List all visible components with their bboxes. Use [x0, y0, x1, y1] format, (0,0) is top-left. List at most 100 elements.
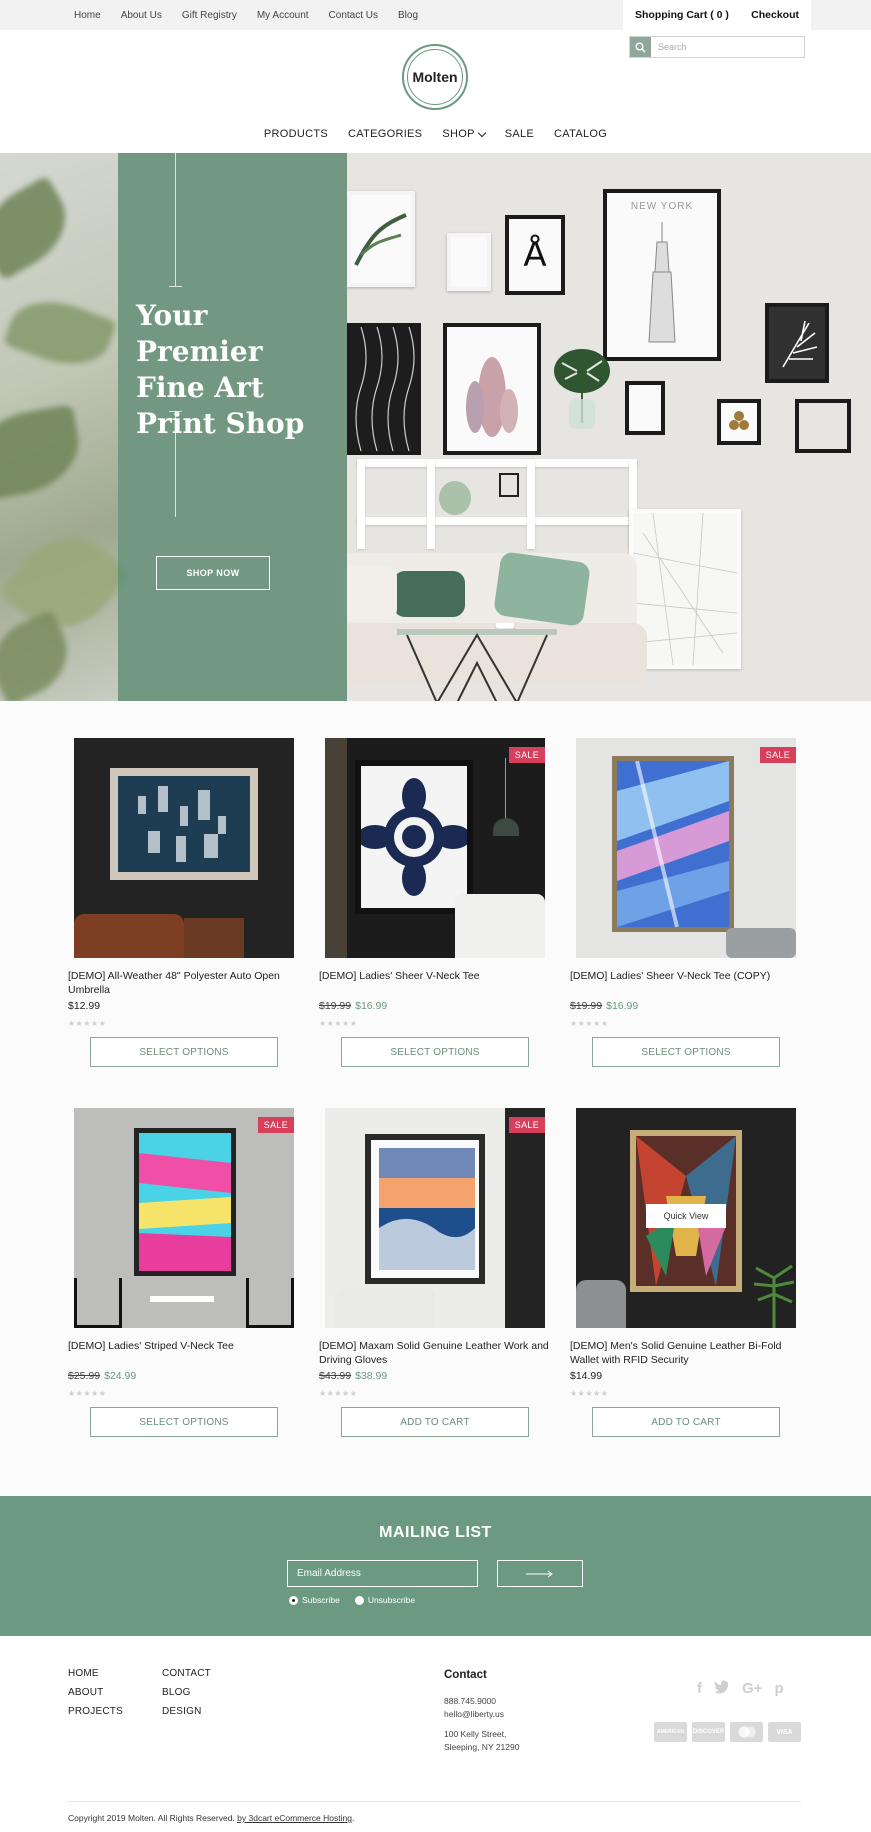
select-options-button[interactable]: SELECT OPTIONS: [90, 1407, 278, 1437]
google-plus-icon[interactable]: G+: [742, 1680, 762, 1698]
subscription-options: Subscribe Unsubscribe: [289, 1595, 430, 1605]
footer-column-2: CONTACT BLOG DESIGN: [162, 1668, 211, 1725]
wall-print: [717, 399, 761, 445]
rating-stars: ★★★★★: [68, 1019, 107, 1028]
footer-link-contact[interactable]: CONTACT: [162, 1668, 211, 1687]
leaf-shape: [0, 175, 82, 281]
vase: [439, 481, 471, 515]
product-name[interactable]: [DEMO] Maxam Solid Genuine Leather Work …: [319, 1339, 551, 1367]
footer-link-home[interactable]: HOME: [68, 1668, 123, 1687]
search-box: [629, 36, 805, 58]
search-icon[interactable]: [630, 37, 651, 57]
footer-link-about[interactable]: ABOUT: [68, 1687, 123, 1706]
nav-shop[interactable]: SHOP: [442, 128, 486, 140]
product-image[interactable]: [74, 738, 294, 958]
checkout-link[interactable]: Checkout: [751, 9, 799, 21]
logo[interactable]: Molten: [402, 44, 468, 110]
footer-link-projects[interactable]: PROJECTS: [68, 1706, 123, 1725]
sale-badge: SALE: [508, 747, 545, 763]
wall-print: [625, 381, 665, 435]
copyright: Copyright 2019 Molten. All Rights Reserv…: [68, 1813, 354, 1823]
hero-heading: Your Premier Fine Art Print Shop: [136, 299, 305, 440]
price-current: $14.99: [570, 1370, 603, 1382]
top-link-contact-us[interactable]: Contact Us: [329, 10, 378, 21]
subscribe-submit-button[interactable]: [497, 1560, 583, 1587]
visa-icon: VISA: [768, 1722, 801, 1742]
main-nav: PRODUCTS CATEGORIES SHOP SALE CATALOG: [0, 124, 871, 144]
white-chair: [335, 1288, 435, 1328]
product-name[interactable]: [DEMO] Ladies' Sheer V-Neck Tee: [319, 969, 551, 983]
contact-phone[interactable]: 888.745.9000: [444, 1695, 519, 1708]
table: [150, 1296, 214, 1302]
top-link-gift-registry[interactable]: Gift Registry: [182, 10, 237, 21]
price-current: $24.99: [104, 1370, 137, 1382]
nav-sale[interactable]: SALE: [505, 128, 534, 140]
wall-print-new-york: NEW YORK: [603, 189, 721, 361]
nav-categories[interactable]: CATEGORIES: [348, 128, 422, 140]
product-image[interactable]: [74, 1108, 294, 1328]
bookshelf: [505, 1108, 545, 1328]
arrow-right-icon: [526, 1570, 553, 1577]
artwork: [365, 1134, 485, 1284]
top-link-blog[interactable]: Blog: [398, 10, 418, 21]
product-grid: [DEMO] All-Weather 48" Polyester Auto Op…: [0, 701, 871, 1496]
wall-print: Å: [505, 215, 565, 295]
white-chair: [455, 894, 545, 958]
price-current: $16.99: [355, 1000, 388, 1012]
search-input[interactable]: [651, 37, 804, 57]
price-current: $38.99: [355, 1370, 388, 1382]
price-old: $25.99: [68, 1370, 101, 1382]
product-name[interactable]: [DEMO] Ladies' Sheer V-Neck Tee (COPY): [570, 969, 802, 983]
product-image[interactable]: Quick View: [576, 1108, 796, 1328]
shopping-cart-link[interactable]: Shopping Cart ( 0 ): [635, 9, 729, 21]
logo-text: Molten: [412, 69, 458, 85]
nav-products[interactable]: PRODUCTS: [264, 128, 328, 140]
product-image[interactable]: [576, 738, 796, 958]
product-price: $14.99: [570, 1370, 602, 1382]
add-to-cart-button[interactable]: ADD TO CART: [341, 1407, 529, 1437]
select-options-button[interactable]: SELECT OPTIONS: [90, 1037, 278, 1067]
unsubscribe-radio[interactable]: [354, 1595, 364, 1605]
add-to-cart-button[interactable]: ADD TO CART: [592, 1407, 780, 1437]
shelf: [527, 459, 535, 549]
footer-link-blog[interactable]: BLOG: [162, 1687, 211, 1706]
top-link-home[interactable]: Home: [74, 10, 101, 21]
shelf: [357, 459, 365, 549]
pinterest-icon[interactable]: p: [774, 1680, 783, 1698]
facebook-icon[interactable]: f: [697, 1680, 702, 1698]
shelf: [427, 459, 435, 549]
hosting-link[interactable]: by 3dcart eCommerce Hosting: [237, 1813, 352, 1823]
select-options-button[interactable]: SELECT OPTIONS: [592, 1037, 780, 1067]
product-image[interactable]: [325, 738, 545, 958]
chevron-down-icon: [477, 128, 486, 137]
unsubscribe-label: Unsubscribe: [367, 1595, 416, 1605]
product-price: $19.99 $16.99: [319, 1000, 387, 1012]
black-chair: [74, 1278, 122, 1328]
top-link-about-us[interactable]: About Us: [121, 10, 162, 21]
product-name[interactable]: [DEMO] Men's Solid Genuine Leather Bi-Fo…: [570, 1339, 802, 1367]
lantern: [499, 473, 519, 497]
contact-email[interactable]: hello@liberty.us: [444, 1708, 519, 1721]
product-name[interactable]: [DEMO] All-Weather 48" Polyester Auto Op…: [68, 969, 300, 997]
select-options-button[interactable]: SELECT OPTIONS: [341, 1037, 529, 1067]
rating-stars: ★★★★★: [319, 1019, 358, 1028]
top-link-my-account[interactable]: My Account: [257, 10, 309, 21]
hero-plant-photo: [0, 153, 132, 701]
product-image[interactable]: [325, 1108, 545, 1328]
poster-text: NEW YORK: [630, 201, 694, 212]
artwork: [134, 1128, 236, 1276]
pillow: [341, 565, 397, 621]
product-price: $43.99 $38.99: [319, 1370, 387, 1382]
price-current: $12.99: [68, 1000, 101, 1012]
email-input[interactable]: [287, 1560, 478, 1587]
quick-view-button[interactable]: Quick View: [646, 1204, 726, 1228]
shop-now-button[interactable]: SHOP NOW: [156, 556, 270, 590]
wall-print-cactus: [443, 323, 541, 455]
twitter-icon[interactable]: [714, 1680, 730, 1698]
nav-catalog[interactable]: CATALOG: [554, 128, 607, 140]
contact-address-line-2: Sleeping, NY 21290: [444, 1742, 520, 1752]
palm-plant: [753, 1264, 795, 1328]
subscribe-radio[interactable]: [289, 1595, 298, 1605]
footer-link-design[interactable]: DESIGN: [162, 1706, 211, 1725]
product-name[interactable]: [DEMO] Ladies' Striped V-Neck Tee: [68, 1339, 300, 1353]
